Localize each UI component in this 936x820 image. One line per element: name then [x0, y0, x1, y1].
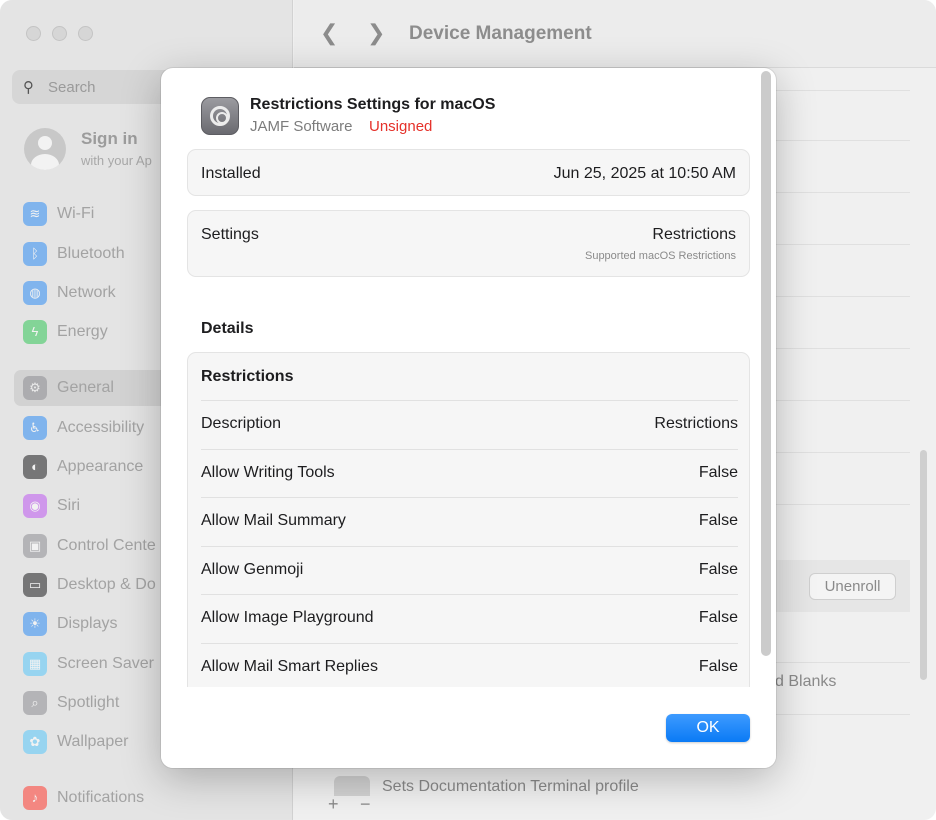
close-window-button[interactable] [26, 26, 41, 41]
sidebar-item-label: Spotlight [57, 694, 120, 711]
profile-icon [334, 776, 370, 796]
signin-subtitle: with your Ap [81, 153, 152, 168]
installed-card: Installed Jun 25, 2025 at 10:50 AM [187, 149, 750, 196]
sheet-footer: OK [161, 687, 776, 768]
detail-value: False [698, 512, 738, 530]
signature-status: Unsigned [369, 118, 433, 135]
settings-label: Settings [201, 226, 259, 243]
bell-icon: ♪ [23, 786, 47, 810]
detail-row: Description Restrictions [188, 400, 749, 449]
row-divider [201, 448, 738, 450]
sidebar-item-label: Energy [57, 323, 108, 340]
unenroll-button[interactable]: Unenroll [809, 573, 896, 600]
search-icon: ⚲ [23, 79, 34, 96]
detail-row: Allow Mail Summary False [188, 497, 749, 546]
bluetooth-icon: ᛒ [23, 242, 47, 266]
spotlight-icon: ⌕ [23, 691, 47, 715]
detail-value: Restrictions [654, 415, 738, 432]
installed-label: Installed [201, 165, 261, 182]
minimize-window-button[interactable] [52, 26, 67, 41]
sidebar-item-label: General [57, 379, 114, 396]
settings-subtitle: Supported macOS Restrictions [584, 250, 736, 262]
siri-icon: ◉ [23, 494, 47, 518]
row-divider [201, 643, 738, 644]
row-divider [201, 497, 738, 499]
detail-value: False [698, 463, 738, 481]
desktop-icon: ▭ [23, 573, 47, 597]
detail-row: Allow Image Playground False [188, 594, 749, 643]
wifi-icon: ≋ [23, 202, 47, 226]
profile-title: Restrictions Settings for macOS [250, 96, 496, 113]
settings-profile-icon [201, 97, 239, 135]
detail-key: Allow Genmoji [201, 560, 304, 578]
sidebar-item-label: Screen Saver [57, 655, 154, 672]
detail-key: Allow Mail Smart Replies [201, 658, 378, 675]
settings-card: Settings Restrictions Supported macOS Re… [187, 210, 750, 277]
detail-value: False [698, 560, 738, 578]
settings-value: Restrictions [652, 226, 736, 243]
sidebar-item-label: Wallpaper [57, 733, 129, 750]
sidebar-item-label: Desktop & Do [57, 576, 156, 593]
list-item-text[interactable]: Sets Documentation Terminal profile [382, 778, 639, 796]
row-divider [201, 594, 738, 596]
restrictions-details-card: Restrictions Description Restrictions Allo… [187, 352, 750, 687]
gear-icon: ⚙ [23, 376, 47, 400]
displays-icon: ☀ [23, 612, 47, 636]
forward-button[interactable]: ❯ [367, 20, 385, 46]
add-profile-button[interactable]: + [328, 794, 339, 815]
profile-details-sheet: Restrictions Settings for macOS JAMF Sof… [161, 68, 776, 768]
detail-value: False [698, 658, 738, 675]
detail-key: Allow Writing Tools [201, 463, 335, 481]
gear-icon [210, 106, 230, 126]
row-divider [201, 400, 738, 401]
sidebar-item-label: Wi-Fi [57, 205, 95, 222]
detail-row: Allow Writing Tools False [188, 448, 749, 498]
wallpaper-icon: ✿ [23, 730, 47, 754]
details-heading: Details [201, 320, 254, 337]
sidebar-item-label: Appearance [57, 458, 144, 475]
sidebar-item-label: Siri [57, 497, 81, 514]
detail-row: Allow Genmoji False [188, 545, 749, 595]
installed-value: Jun 25, 2025 at 10:50 AM [553, 165, 736, 182]
restrictions-section-title: Restrictions [201, 368, 294, 385]
sidebar-item-label: Bluetooth [57, 245, 125, 262]
detail-row: Allow Mail Smart Replies False [188, 643, 749, 687]
sidebar-item-label: Control Cente [57, 537, 156, 554]
detail-value: False [698, 609, 738, 627]
sheet-content: Restrictions Settings for macOS JAMF Sof… [161, 68, 776, 687]
profile-vendor: JAMF Software [250, 118, 353, 135]
accessibility-icon: ♿ [23, 416, 47, 440]
bolt-icon: ϟ [23, 320, 47, 344]
sidebar-item-notifications[interactable]: ♪ Notifications [14, 780, 280, 816]
sidebar-item-label: Accessibility [57, 419, 145, 436]
ok-button[interactable]: OK [666, 714, 750, 742]
row-divider [201, 545, 738, 547]
sidebar-item-label: Displays [57, 615, 118, 632]
appearance-icon: ◐ [23, 455, 47, 479]
toolbar: ❮ ❯ Device Management [294, 0, 936, 68]
search-placeholder: Search [48, 79, 96, 96]
detail-key: Allow Mail Summary [201, 512, 346, 530]
remove-profile-button[interactable]: − [360, 794, 371, 815]
sheet-scrollbar[interactable] [761, 71, 771, 656]
detail-key: Description [201, 415, 282, 432]
signin-title[interactable]: Sign in [81, 129, 138, 149]
back-button[interactable]: ❮ [320, 20, 338, 46]
window-title: Device Management [409, 23, 592, 44]
screen-saver-icon: ▦ [23, 652, 47, 676]
list-item-text: d Blanks [775, 673, 837, 690]
avatar[interactable] [24, 128, 66, 170]
zoom-window-button[interactable] [78, 26, 93, 41]
sidebar-item-label: Network [57, 284, 116, 301]
detail-key: Allow Image Playground [201, 609, 374, 627]
sidebar-item-label: Notifications [57, 789, 145, 806]
control-center-icon: ▣ [23, 534, 47, 558]
scrollbar[interactable] [920, 450, 927, 680]
globe-icon: ◍ [23, 281, 47, 305]
